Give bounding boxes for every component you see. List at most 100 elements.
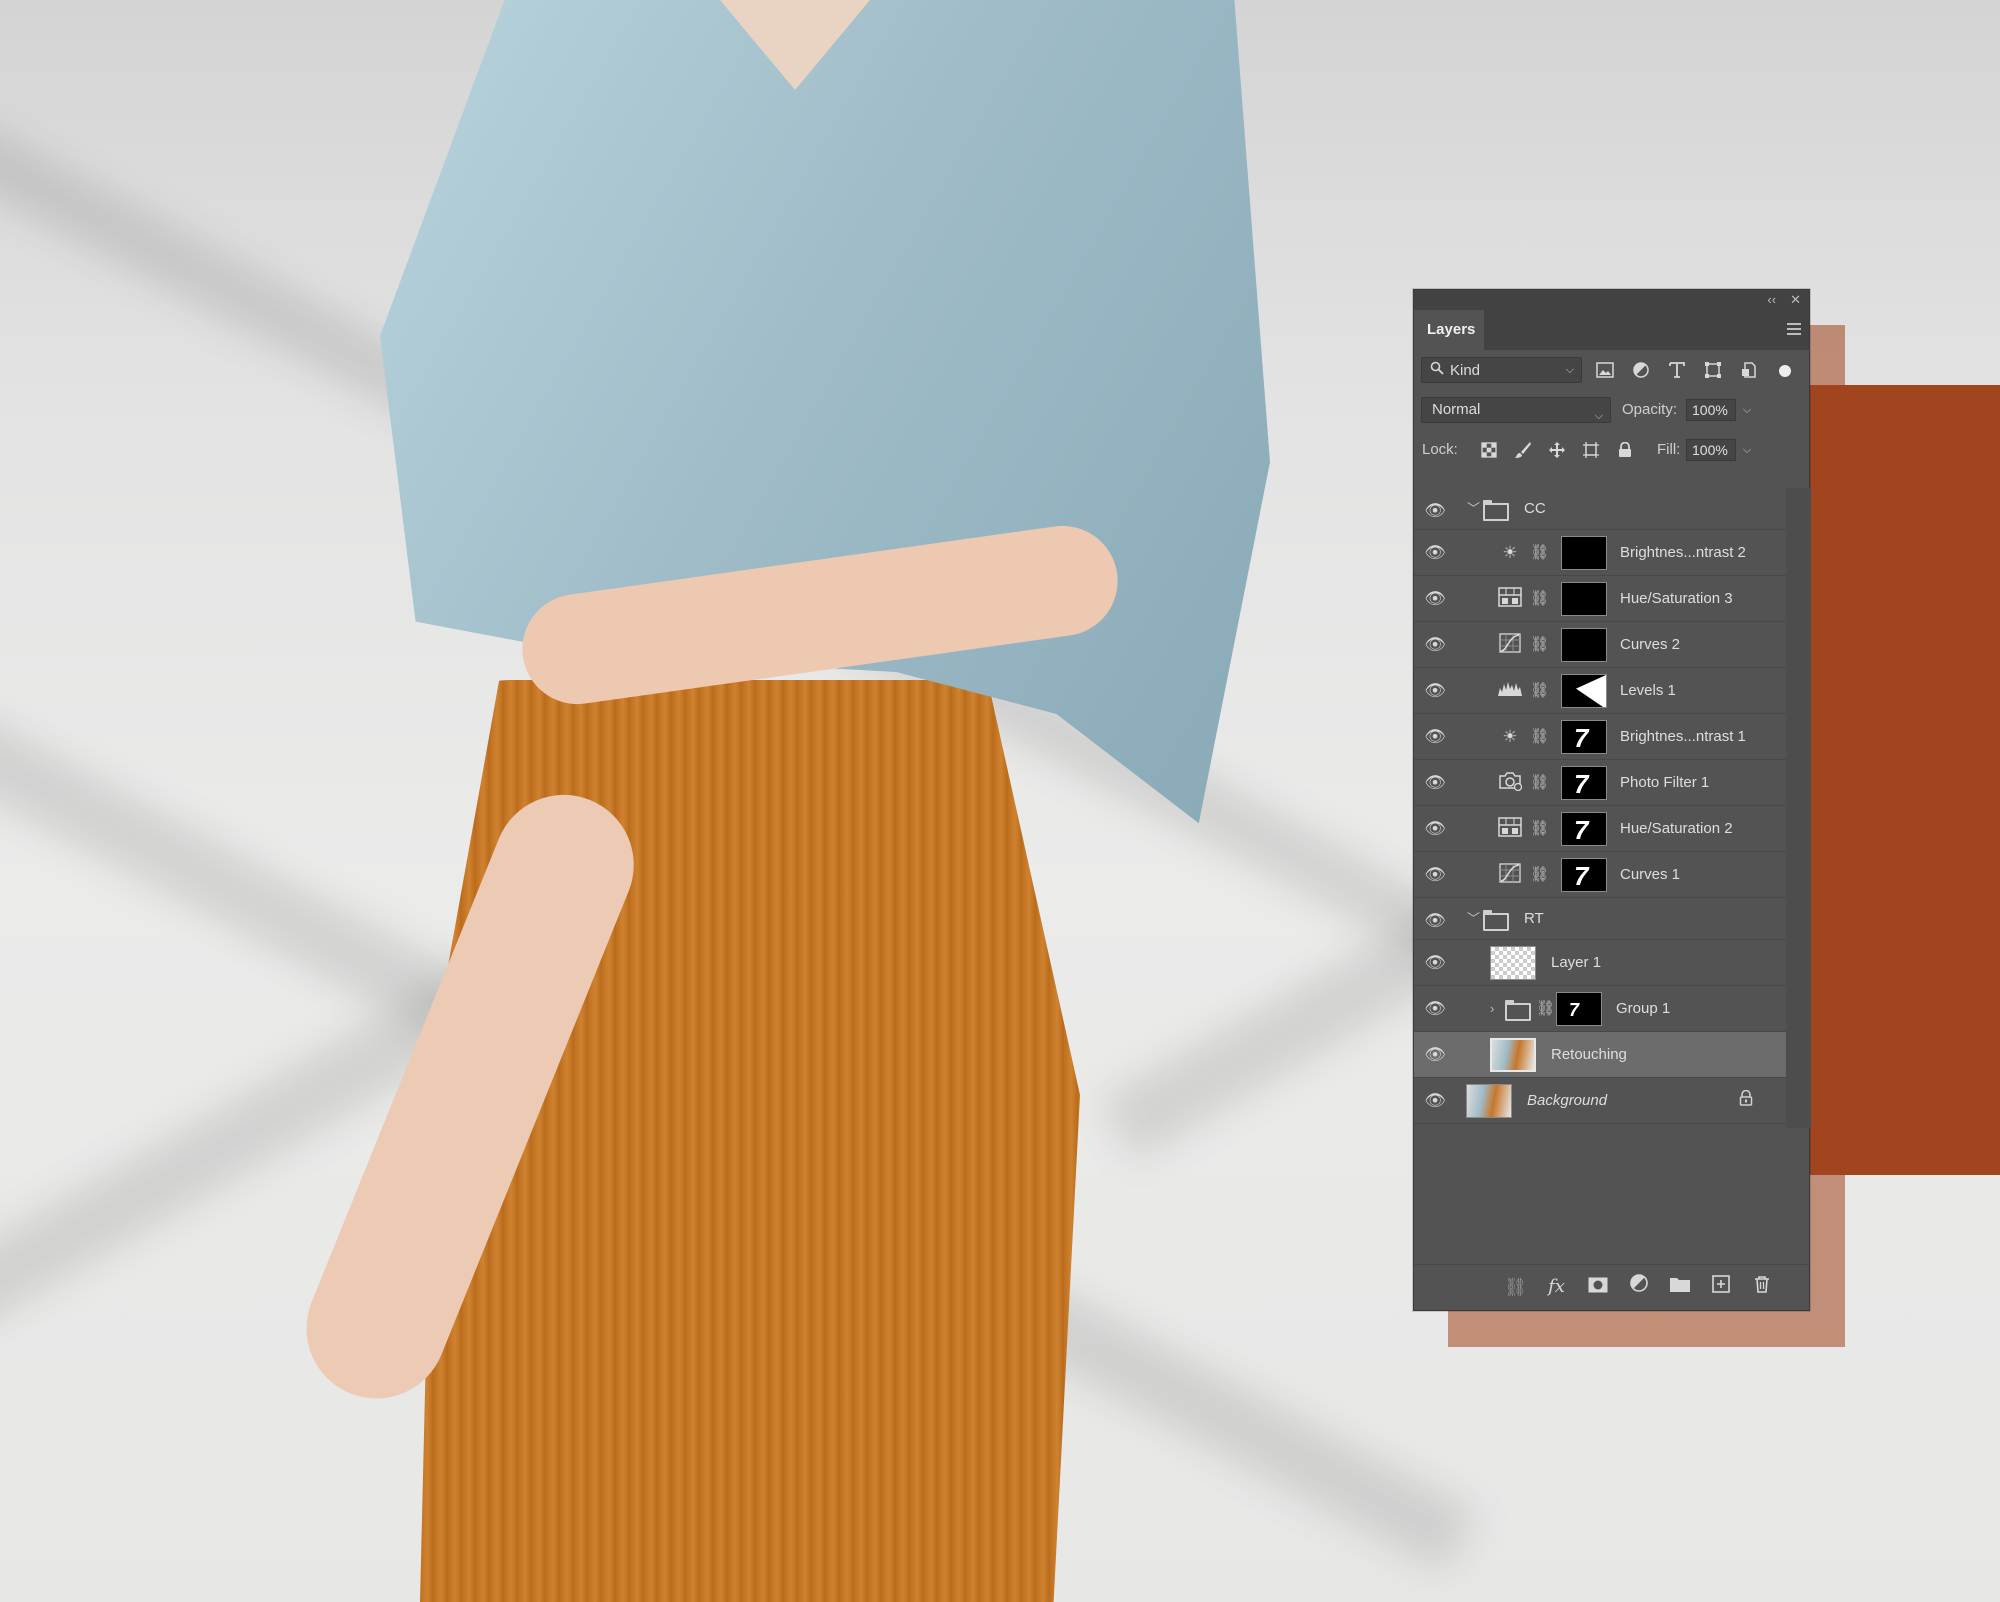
layer-thumbnail[interactable] <box>1490 1038 1536 1072</box>
fill-field[interactable]: 100% <box>1686 439 1736 461</box>
eye-icon[interactable]: 👁 <box>1424 726 1446 748</box>
layer-name: RT <box>1524 910 1544 927</box>
close-panel-button[interactable]: ✕ <box>1790 290 1801 310</box>
eye-icon[interactable]: 👁 <box>1424 818 1446 840</box>
new-layer-icon[interactable] <box>1707 1273 1734 1301</box>
image-filter-icon[interactable] <box>1592 357 1618 383</box>
mask-figure-shape: 7 <box>1574 769 1589 799</box>
eye-icon[interactable]: 👁 <box>1424 1044 1446 1066</box>
chain-link-icon[interactable]: ⛓ <box>1530 680 1549 702</box>
layer-row-group-cc[interactable]: 👁 ﹀ CC <box>1414 488 1786 530</box>
layer-row[interactable]: 👁 ⛓ 7 Hue/Saturation 2 <box>1414 806 1786 852</box>
layer-row[interactable]: 👁 ☀ ⛓ Brightnes...ntrast 2 <box>1414 530 1786 576</box>
fill-chevron-icon[interactable]: ⌵ <box>1737 439 1757 461</box>
chain-link-icon[interactable]: ⛓ <box>1536 998 1555 1020</box>
layer-row[interactable]: 👁 ⛓ 7 Curves 1 <box>1414 852 1786 898</box>
lock-position-icon[interactable] <box>1544 437 1569 463</box>
layer-mask-thumbnail[interactable]: 7 <box>1561 766 1607 800</box>
layer-thumbnail[interactable] <box>1466 1084 1512 1118</box>
chain-link-icon[interactable]: ⛓ <box>1530 864 1549 886</box>
shape-filter-icon[interactable] <box>1700 357 1726 383</box>
chain-link-icon[interactable]: ⛓ <box>1530 542 1549 564</box>
mask-figure-shape: 7 <box>1574 723 1589 753</box>
curves-icon <box>1497 863 1523 887</box>
eye-icon[interactable]: 👁 <box>1424 952 1446 974</box>
layer-name: CC <box>1524 500 1546 517</box>
sun-icon: ☀ <box>1502 543 1518 562</box>
opacity-chevron-icon[interactable]: ⌵ <box>1737 399 1757 421</box>
eye-icon[interactable]: 👁 <box>1424 772 1446 794</box>
collapse-panel-button[interactable]: ‹‹ <box>1767 290 1776 310</box>
eye-icon[interactable]: 👁 <box>1424 998 1446 1020</box>
layer-row-selected[interactable]: 👁 Retouching <box>1414 1032 1786 1078</box>
lock-transparent-pixels-icon[interactable] <box>1476 437 1501 463</box>
layer-mask-thumbnail[interactable]: 7 <box>1556 992 1602 1026</box>
lock-icon[interactable] <box>1739 1089 1753 1110</box>
eye-icon[interactable]: 👁 <box>1424 864 1446 886</box>
layer-thumbnail[interactable] <box>1490 946 1536 980</box>
chain-link-icon[interactable]: ⛓ <box>1530 726 1549 748</box>
layer-row-background[interactable]: 👁 Background <box>1414 1078 1786 1124</box>
chevron-down-icon: ⌵ <box>1594 410 1603 422</box>
eye-icon[interactable]: 👁 <box>1424 910 1446 932</box>
chevron-down-icon[interactable]: ﹀ <box>1467 488 1480 530</box>
chain-link-icon[interactable]: ⛓ <box>1530 634 1549 656</box>
eye-icon[interactable]: 👁 <box>1424 680 1446 702</box>
trash-icon[interactable] <box>1748 1273 1775 1301</box>
add-mask-icon[interactable] <box>1584 1273 1611 1301</box>
layer-row-group-1[interactable]: 👁 › ⛓ 7 Group 1 <box>1414 986 1786 1032</box>
layer-name: Curves 1 <box>1620 866 1681 883</box>
opacity-label: Opacity: <box>1622 401 1678 418</box>
tab-layers[interactable]: Layers <box>1414 310 1484 350</box>
lock-artboard-icon[interactable] <box>1578 437 1603 463</box>
eye-icon[interactable]: 👁 <box>1424 634 1446 656</box>
lock-row: Lock: Fill: 100% ⌵ <box>1414 430 1809 470</box>
hue-saturation-icon <box>1497 587 1523 611</box>
chain-link-icon[interactable]: ⛓ <box>1530 588 1549 610</box>
layer-row[interactable]: 👁 ⛓ Curves 2 <box>1414 622 1786 668</box>
eye-icon[interactable]: 👁 <box>1424 1090 1446 1112</box>
eye-icon[interactable]: 👁 <box>1424 500 1446 522</box>
blend-mode-select[interactable]: Normal ⌵ <box>1421 397 1611 423</box>
layer-row[interactable]: 👁 Layer 1 <box>1414 940 1786 986</box>
layer-row[interactable]: 👁 ⛓ Levels 1 <box>1414 668 1786 714</box>
hamburger-icon[interactable] <box>1787 323 1801 335</box>
layer-mask-thumbnail[interactable]: 7 <box>1561 720 1607 754</box>
layer-row-group-rt[interactable]: 👁 ﹀ RT <box>1414 898 1786 940</box>
layer-name: Curves 2 <box>1620 636 1681 653</box>
layer-row[interactable]: 👁 ☀ ⛓ 7 Brightnes...ntrast 1 <box>1414 714 1786 760</box>
chevron-right-icon[interactable]: › <box>1490 986 1494 1032</box>
adjustment-layer-icon[interactable] <box>1625 1273 1652 1301</box>
blend-row: Normal ⌵ Opacity: 100% ⌵ <box>1414 390 1809 430</box>
layer-mask-thumbnail[interactable] <box>1561 582 1607 616</box>
chain-link-icon[interactable]: ⛓ <box>1530 818 1549 840</box>
chain-link-icon[interactable]: ⛓ <box>1530 772 1549 794</box>
lock-image-pixels-icon[interactable] <box>1510 437 1535 463</box>
layer-mask-thumbnail[interactable]: 7 <box>1561 812 1607 846</box>
folder-icon <box>1505 1000 1531 1021</box>
link-layers-icon[interactable]: ⛓ <box>1502 1273 1529 1301</box>
eye-icon[interactable]: 👁 <box>1424 542 1446 564</box>
layer-mask-thumbnail[interactable] <box>1561 628 1607 662</box>
lock-all-icon[interactable] <box>1612 437 1637 463</box>
layer-row[interactable]: 👁 ⛓ Hue/Saturation 3 <box>1414 576 1786 622</box>
hue-saturation-icon <box>1497 817 1523 841</box>
layer-mask-thumbnail[interactable] <box>1561 674 1607 708</box>
layer-mask-thumbnail[interactable]: 7 <box>1561 858 1607 892</box>
new-group-icon[interactable] <box>1666 1273 1693 1301</box>
smart-object-filter-icon[interactable] <box>1736 357 1762 383</box>
filter-kind-select[interactable]: Kind ⌵ <box>1421 357 1582 383</box>
fx-icon[interactable]: fx <box>1543 1273 1570 1301</box>
layer-row[interactable]: 👁 ⛓ 7 Photo Filter 1 <box>1414 760 1786 806</box>
layer-list-scrollbar[interactable] <box>1786 488 1811 1128</box>
opacity-field[interactable]: 100% <box>1686 399 1736 421</box>
filter-toggle-icon[interactable] <box>1772 357 1798 383</box>
eye-icon[interactable]: 👁 <box>1424 588 1446 610</box>
blend-mode-value: Normal <box>1432 401 1481 418</box>
type-filter-icon[interactable] <box>1664 357 1690 383</box>
layer-name: Retouching <box>1551 1046 1627 1063</box>
toggle-dot <box>1779 364 1791 377</box>
chevron-down-icon[interactable]: ﹀ <box>1467 898 1480 940</box>
adjustment-filter-icon[interactable] <box>1628 357 1654 383</box>
layer-mask-thumbnail[interactable] <box>1561 536 1607 570</box>
